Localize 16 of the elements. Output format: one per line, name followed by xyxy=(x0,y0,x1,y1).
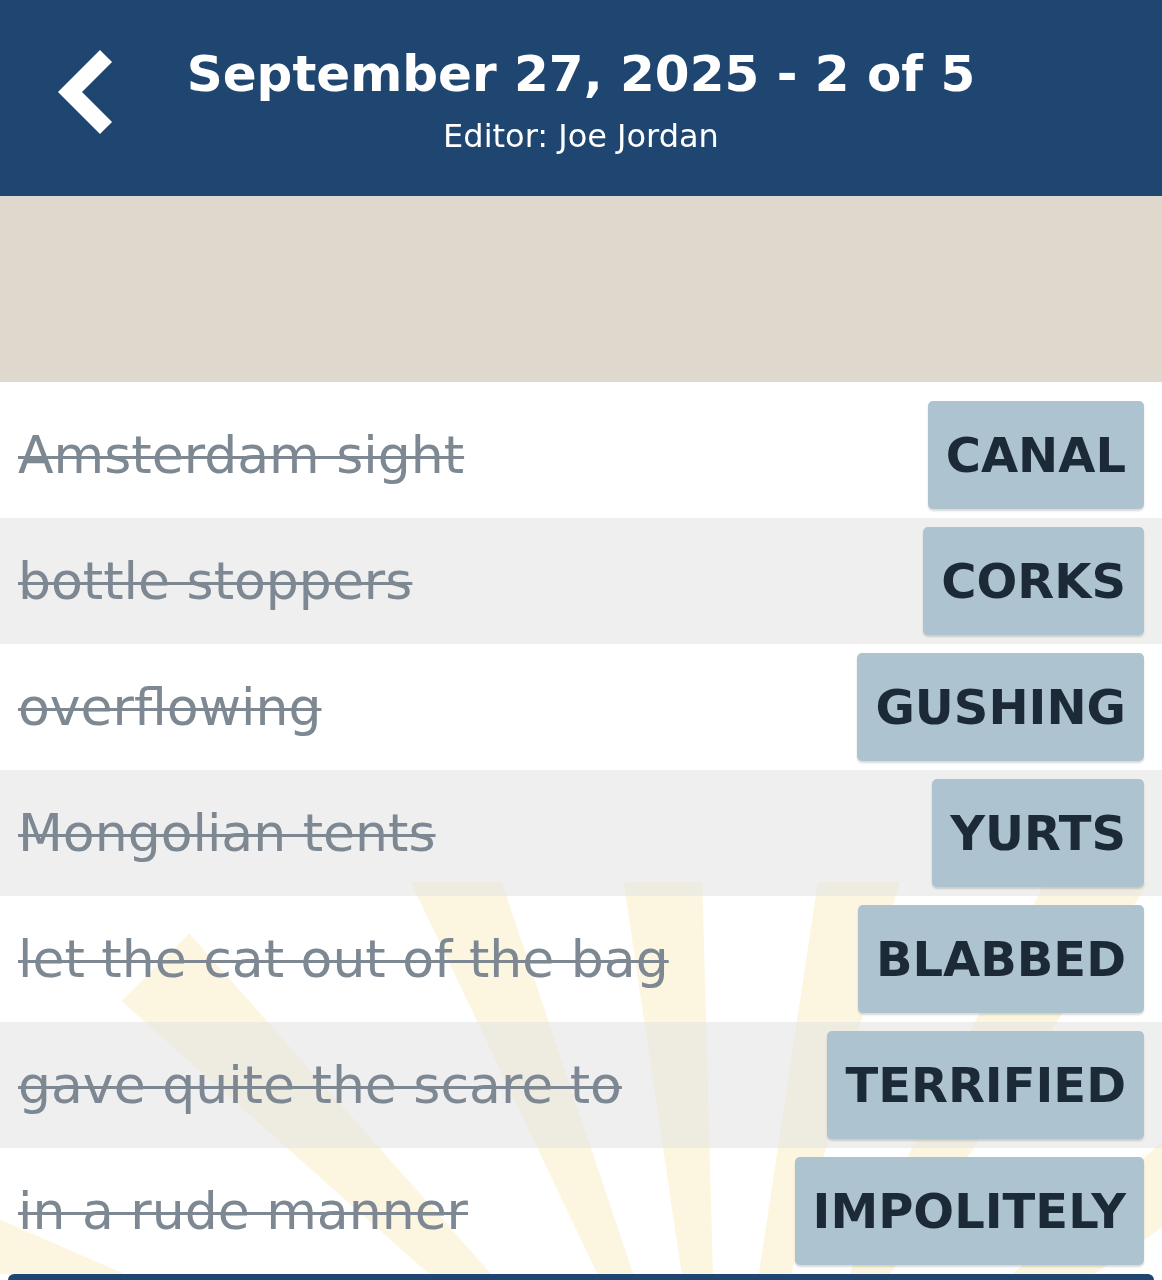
answer-tile[interactable]: YURTS xyxy=(932,779,1144,887)
answer-tile[interactable]: CANAL xyxy=(927,401,1144,509)
answer-tile[interactable]: GUSHING xyxy=(857,653,1144,761)
clue-text: Mongolian tents xyxy=(18,803,436,863)
answer-tile[interactable]: TERRIFIED xyxy=(827,1031,1144,1139)
answer-tile[interactable]: IMPOLITELY xyxy=(794,1157,1144,1265)
answer-tile[interactable]: CORKS xyxy=(923,527,1144,635)
answer-tile[interactable]: BLABBED xyxy=(857,905,1144,1013)
clue-text: gave quite the scare to xyxy=(18,1055,622,1115)
clue-text: Amsterdam sight xyxy=(18,425,465,485)
puzzle-title: September 27, 2025 - 2 of 5 xyxy=(186,45,976,103)
clue-text: overflowing xyxy=(18,677,322,737)
clue-text: bottle stoppers xyxy=(18,551,413,611)
editor-label: Editor: Joe Jordan xyxy=(443,117,719,155)
clue-text: in a rude manner xyxy=(18,1181,468,1241)
clue-text: let the cat out of the bag xyxy=(18,929,669,989)
